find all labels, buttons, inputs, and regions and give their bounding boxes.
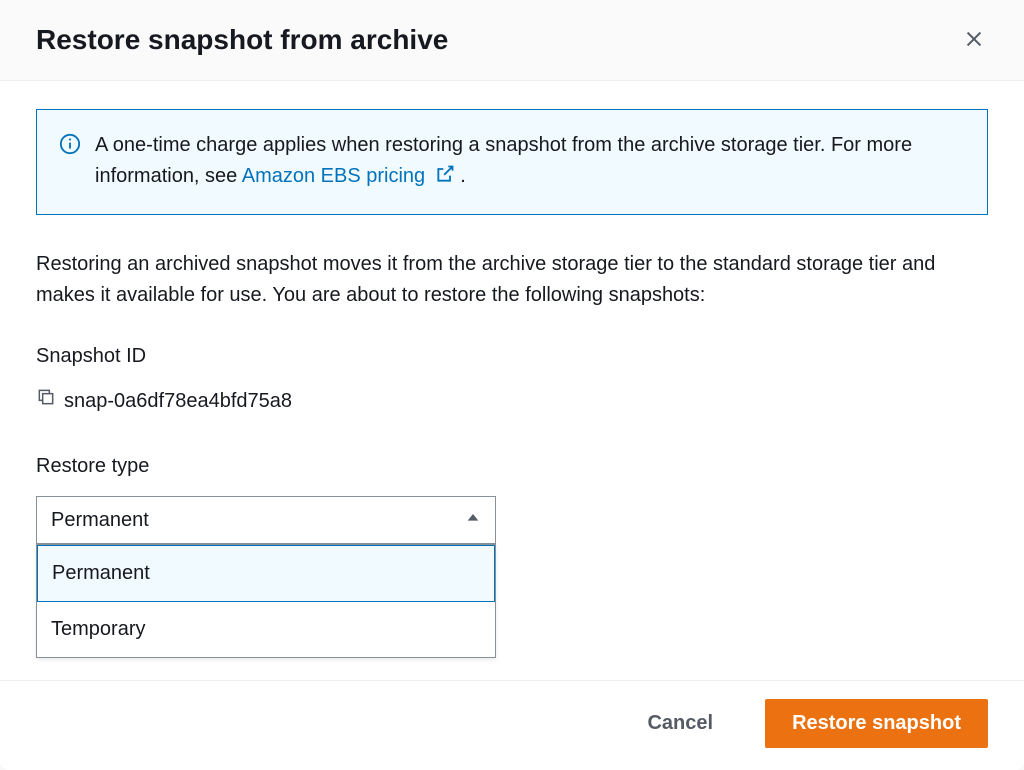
- dialog-title: Restore snapshot from archive: [36, 24, 448, 56]
- close-icon: [963, 28, 985, 53]
- info-alert: A one-time charge applies when restoring…: [36, 109, 988, 215]
- restore-type-selected-value: Permanent: [51, 505, 149, 536]
- info-icon: [59, 133, 81, 165]
- restore-type-select-control[interactable]: Permanent: [36, 496, 496, 544]
- close-button[interactable]: [960, 26, 988, 54]
- restore-snapshot-button[interactable]: Restore snapshot: [765, 699, 988, 748]
- snapshot-section: Snapshot ID snap-0a6df78ea4bfd75a8: [36, 341, 988, 417]
- alert-text-after: .: [460, 165, 466, 187]
- snapshot-id-label: Snapshot ID: [36, 341, 988, 372]
- restore-type-option-temporary[interactable]: Temporary: [37, 602, 495, 657]
- restore-snapshot-dialog: Restore snapshot from archive A one-time…: [0, 0, 1024, 770]
- restore-type-option-permanent[interactable]: Permanent: [37, 545, 495, 602]
- snapshot-id-row: snap-0a6df78ea4bfd75a8: [36, 386, 988, 417]
- restore-type-label: Restore type: [36, 451, 988, 482]
- copy-button[interactable]: [36, 386, 56, 417]
- dialog-body: A one-time charge applies when restoring…: [0, 81, 1024, 680]
- restore-type-dropdown: Permanent Temporary: [36, 544, 496, 658]
- restore-type-section: Restore type Permanent Permanent Tempora…: [36, 451, 988, 544]
- alert-link-label: Amazon EBS pricing: [242, 165, 425, 187]
- alert-text: A one-time charge applies when restoring…: [95, 130, 965, 194]
- dialog-footer: Cancel Restore snapshot: [0, 680, 1024, 770]
- alert-text-before: A one-time charge applies when restoring…: [95, 134, 912, 187]
- restore-type-select[interactable]: Permanent Permanent Temporary: [36, 496, 496, 544]
- ebs-pricing-link[interactable]: Amazon EBS pricing: [242, 165, 461, 187]
- snapshot-id-value: snap-0a6df78ea4bfd75a8: [64, 386, 292, 417]
- restore-description: Restoring an archived snapshot moves it …: [36, 249, 988, 311]
- copy-icon: [36, 386, 56, 417]
- dialog-header: Restore snapshot from archive: [0, 0, 1024, 81]
- cancel-button[interactable]: Cancel: [621, 700, 739, 747]
- external-link-icon: [435, 163, 455, 194]
- caret-up-icon: [465, 505, 481, 536]
